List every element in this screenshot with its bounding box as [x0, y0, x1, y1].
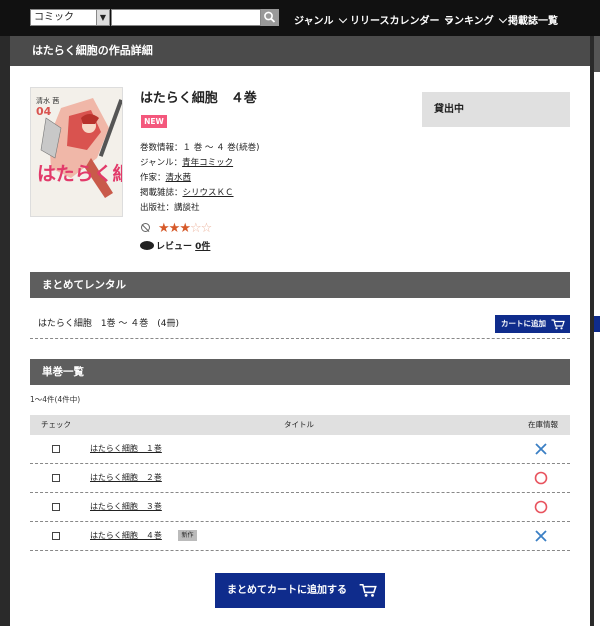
rental-status: 貸出中 — [422, 92, 570, 127]
cart-icon — [551, 319, 565, 330]
top-bar: コミック ▼ ジャンル リリースカレンダー ランキング 掲載誌一覧 — [0, 0, 600, 36]
volume-title-link[interactable]: はたらく細胞 １巻 — [90, 443, 162, 454]
star-empty-icon: ☆ — [200, 221, 213, 236]
available-circle-icon — [534, 500, 548, 514]
volume-title-link[interactable]: はたらく細胞 ３巻 — [90, 501, 162, 512]
nav-ranking[interactable]: ランキング — [444, 12, 507, 27]
chevron-down-icon — [498, 14, 507, 24]
category-select-value: コミック — [34, 12, 74, 23]
table-row: はたらく細胞 ２巻 — [30, 464, 570, 493]
magazine-link[interactable]: シリウスＫＣ — [183, 188, 234, 198]
new-release-badge: 新作 — [178, 530, 197, 541]
work-title: はたらく細胞 ４巻 — [140, 91, 257, 106]
cover-author-text: 清水 茜 — [36, 96, 59, 105]
cover-title-text: はたらく細胞 — [37, 162, 122, 185]
bulk-rental-heading: まとめてレンタル — [30, 272, 570, 298]
nav-release-calendar[interactable]: リリースカレンダー — [350, 12, 453, 27]
star-filled-icon: ★ — [179, 221, 191, 236]
nav-ranking-label: ランキング — [444, 16, 494, 27]
genre-info: ジャンル：青年コミック — [140, 156, 233, 168]
table-row: はたらく細胞 ３巻 — [30, 493, 570, 522]
nav-release-calendar-label: リリースカレンダー — [350, 16, 440, 27]
select-checkbox[interactable] — [52, 532, 60, 540]
select-checkbox[interactable] — [52, 445, 60, 453]
work-detail-panel: はたらく細胞 清水 茜 04 はたらく細胞 ４巻 NEW 巻数情報：１ 巻 ～ … — [10, 66, 590, 626]
author-link[interactable]: 清水茜 — [166, 173, 192, 183]
volume-info: 巻数情報：１ 巻 ～ ４ 巻(続巻) — [140, 143, 260, 153]
volumes-heading: 単巻一覧 — [30, 359, 570, 385]
new-badge: NEW — [141, 115, 167, 128]
volume-title-link[interactable]: はたらく細胞 ４巻 — [90, 530, 162, 541]
available-circle-icon — [534, 471, 548, 485]
speech-bubble-icon — [140, 241, 154, 250]
table-header: チェック タイトル 在庫情報 — [30, 415, 570, 435]
rating-stars: ★★★☆☆ — [158, 221, 213, 236]
search-icon — [264, 11, 276, 23]
col-stock: 在庫情報 — [528, 420, 558, 429]
select-checkbox[interactable] — [52, 474, 60, 482]
nav-magazines[interactable]: 掲載誌一覧 — [508, 12, 558, 27]
review-count-link[interactable]: 0件 — [195, 242, 210, 252]
cart-icon — [359, 583, 377, 597]
publisher-info: 出版社：講談社 — [140, 203, 200, 213]
genre-link[interactable]: 青年コミック — [182, 158, 233, 168]
table-row: はたらく細胞 ４巻 新作 — [30, 522, 570, 551]
nav-magazines-label: 掲載誌一覧 — [508, 16, 558, 27]
author-label: 作家： — [140, 173, 166, 183]
side-panel-button-edge[interactable] — [594, 316, 600, 332]
add-to-cart-label: カートに追加 — [501, 319, 546, 328]
review-summary: レビュー 0件 — [140, 239, 210, 252]
bulk-add-to-cart-label: まとめてカートに追加する — [227, 585, 347, 596]
review-label: レビュー — [156, 242, 193, 252]
search-input[interactable] — [111, 9, 261, 26]
unavailable-cross-icon — [535, 530, 547, 542]
chevron-down-icon — [338, 14, 347, 24]
col-check: チェック — [41, 420, 71, 429]
bulk-rental-item: はたらく細胞 1巻 ～ ４巻 (4冊) — [30, 309, 570, 339]
magazine-info: 掲載雑誌：シリウスＫＣ — [140, 186, 234, 198]
magazine-label: 掲載雑誌： — [140, 188, 183, 198]
cover-image[interactable]: はたらく細胞 清水 茜 04 — [30, 87, 123, 217]
table-row: はたらく細胞 １巻 — [30, 435, 570, 464]
side-panel-top — [594, 36, 600, 72]
author-info: 作家：清水茜 — [140, 171, 191, 183]
genre-label: ジャンル： — [140, 158, 183, 168]
cover-volume-text: 04 — [36, 105, 52, 118]
nav-genre-label: ジャンル — [294, 16, 334, 27]
result-count: 1～4件(4件中) — [30, 395, 81, 404]
select-checkbox[interactable] — [52, 503, 60, 511]
nav-genre[interactable]: ジャンル — [294, 12, 347, 27]
chevron-down-icon: ▼ — [96, 10, 109, 25]
star-empty-icon: ☆ — [189, 221, 202, 236]
volume-title-link[interactable]: はたらく細胞 ２巻 — [90, 472, 162, 483]
star-filled-icon: ★ — [168, 221, 181, 236]
cover-art: はたらく細胞 清水 茜 04 — [31, 88, 122, 216]
unavailable-cross-icon — [535, 443, 547, 455]
category-select[interactable]: コミック ▼ — [30, 9, 110, 26]
page-title: はたらく細胞の作品詳細 — [10, 36, 590, 66]
star-filled-icon: ★ — [158, 221, 170, 236]
search-button[interactable] — [261, 9, 279, 26]
col-title: タイトル — [284, 420, 314, 429]
no-entry-icon — [141, 223, 150, 232]
bulk-add-to-cart-button[interactable]: まとめてカートに追加する — [215, 573, 385, 608]
add-to-cart-button[interactable]: カートに追加 — [495, 315, 570, 333]
